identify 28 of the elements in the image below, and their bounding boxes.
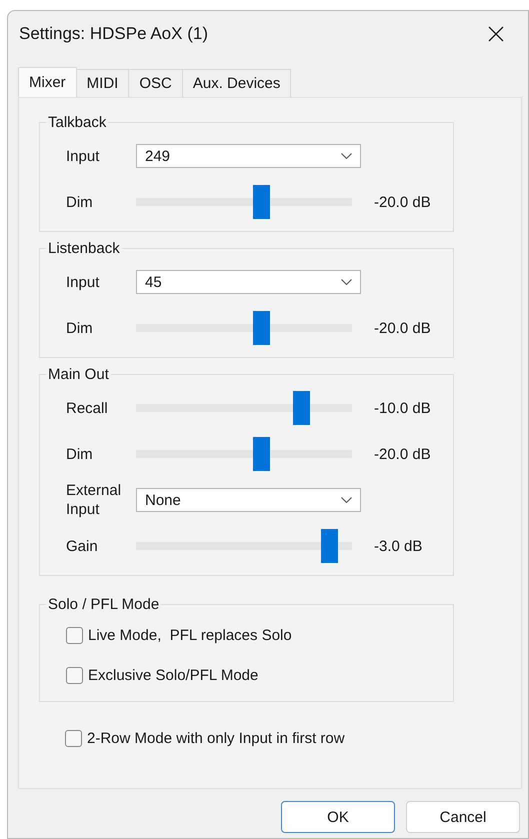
input-dropdown[interactable]: 249	[136, 144, 361, 168]
field-label: External Input	[66, 481, 122, 519]
slider-label: Gain	[66, 536, 99, 556]
slider-label: Dim	[66, 318, 94, 338]
input-dropdown[interactable]: None	[136, 488, 361, 512]
group-title: Main Out	[47, 366, 110, 383]
checkbox-label: Live Mode, PFL replaces Solo	[88, 626, 292, 644]
level-reading: -20.0 dB	[374, 446, 431, 462]
level-reading: -20.0 dB	[374, 194, 431, 210]
group-title: Solo / PFL Mode	[47, 596, 160, 613]
window-title: Settings: HDSPe AoX (1)	[19, 24, 208, 44]
tab[interactable]: Mixer	[18, 67, 77, 97]
slider-label: Recall	[66, 398, 109, 418]
level-reading: -20.0 dB	[374, 320, 431, 336]
level-reading: -10.0 dB	[374, 400, 431, 416]
level-reading: -3.0 dB	[374, 538, 422, 554]
field-label: Input	[66, 272, 100, 292]
ok-button[interactable]: OK	[281, 801, 395, 833]
checkbox-label: Exclusive Solo/PFL Mode	[88, 666, 258, 684]
checkbox-label: 2-Row Mode with only Input in first row	[87, 730, 345, 746]
cancel-button[interactable]: Cancel	[406, 801, 520, 833]
group-title: Listenback	[47, 240, 121, 257]
slider-label: Dim	[66, 444, 94, 464]
input-dropdown[interactable]: 45	[136, 270, 361, 294]
field-label: Input	[66, 146, 100, 166]
group-title: Talkback	[47, 114, 108, 131]
slider-label: Dim	[66, 192, 94, 212]
tab[interactable]: Aux. Devices	[182, 69, 292, 97]
